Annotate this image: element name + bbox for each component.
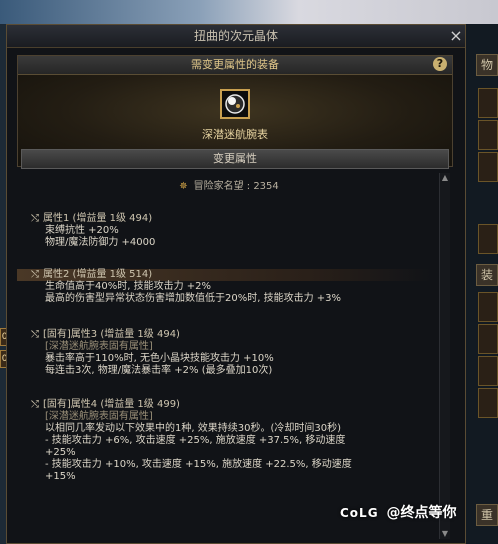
- change-attribute-bar: 变更属性: [21, 149, 449, 169]
- dimension-crystal-window: 扭曲的次元晶体 × 需变更属性的装备 ? 深潜迷航腕表 变更属性 ✵ 冒险家名望 …: [6, 24, 466, 544]
- side-slot[interactable]: [478, 152, 498, 182]
- watermark-text: @终点等你: [386, 505, 457, 521]
- attribute-option-3[interactable]: ⤭ [固有]属性3 (增益量 1级 494) [深潜迷航腕表固有属性] 暴击率高于…: [31, 329, 431, 377]
- scroll-up-icon[interactable]: ▲: [440, 173, 450, 183]
- close-icon[interactable]: ×: [447, 26, 465, 46]
- attribute-line: +25%: [45, 447, 76, 458]
- background-scene: [0, 0, 498, 24]
- attribute-option-1[interactable]: ⤭ 属性1 (增益量 1级 494) 束缚抗性 +20% 物理/魔法防御力 +40…: [31, 213, 431, 249]
- attribute-header: [固有]属性3 (增益量 1级 494): [43, 329, 180, 340]
- attribute-line: 最高的伤害型异常状态伤害增加数值低于20%时, 技能攻击力 +3%: [45, 293, 342, 304]
- attribute-line: 物理/魔法防御力 +4000: [45, 237, 156, 248]
- shuffle-icon: ⤭: [31, 399, 39, 410]
- side-slot[interactable]: [478, 356, 498, 386]
- shuffle-icon: ⤭: [31, 329, 39, 340]
- window-title: 扭曲的次元晶体: [193, 29, 278, 43]
- shuffle-icon: ⤭: [31, 213, 39, 224]
- attribute-tag: [深潜迷航腕表固有属性]: [45, 341, 153, 352]
- title-bar[interactable]: 扭曲的次元晶体 ×: [7, 25, 465, 48]
- side-slot[interactable]: [478, 388, 498, 418]
- side-tab-2[interactable]: 装: [476, 264, 498, 286]
- attribute-line: 每连击3次, 物理/魔法暴击率 +2% (最多叠加10次): [45, 365, 273, 376]
- watermark: CoLG @终点等你: [340, 502, 457, 522]
- equipment-header: 需变更属性的装备 ?: [18, 56, 452, 75]
- attribute-tag: [深潜迷航腕表固有属性]: [45, 411, 153, 422]
- attribute-line: +15%: [45, 471, 76, 482]
- attribute-line: 以相同几率发动以下效果中的1种, 效果持续30秒。(冷却时间30秒): [45, 423, 341, 434]
- attribute-header: 属性1 (增益量 1级 494): [43, 213, 153, 224]
- equipment-header-label: 需变更属性的装备: [191, 58, 279, 71]
- attribute-line: 生命值高于40%时, 技能攻击力 +2%: [45, 281, 212, 292]
- scrollbar[interactable]: ▲ ▼: [439, 173, 450, 539]
- wristwatch-item-icon[interactable]: [220, 89, 250, 119]
- change-attribute-label: 变更属性: [213, 152, 257, 165]
- attribute-option-2[interactable]: ⤭ 属性2 (增益量 1级 514) 生命值高于40%时, 技能攻击力 +2% 最…: [17, 269, 431, 305]
- side-slot[interactable]: [478, 292, 498, 322]
- side-slot[interactable]: [478, 120, 498, 150]
- item-name: 深潜迷航腕表: [202, 128, 268, 141]
- attribute-header: [固有]属性4 (增益量 1级 499): [43, 399, 180, 410]
- shuffle-icon: ⤭: [31, 269, 39, 280]
- attribute-option-4[interactable]: ⤭ [固有]属性4 (增益量 1级 499) [深潜迷航腕表固有属性] 以相同几率…: [31, 399, 431, 483]
- side-panel: 物 装 重: [466, 24, 498, 544]
- fame-icon: ✵: [179, 181, 188, 192]
- selected-row-highlight: ⤭ 属性2 (增益量 1级 514): [17, 269, 431, 281]
- attribute-line: 暴击率高于110%时, 无色小晶块技能攻击力 +10%: [45, 353, 274, 364]
- attribute-header: 属性2 (增益量 1级 514): [43, 269, 153, 280]
- side-slot[interactable]: [478, 224, 498, 254]
- side-slot[interactable]: [478, 88, 498, 118]
- attribute-line: - 技能攻击力 +6%, 攻击速度 +25%, 施放速度 +37.5%, 移动速…: [45, 435, 346, 446]
- attribute-line: - 技能攻击力 +10%, 攻击速度 +15%, 施放速度 +22.5%, 移动…: [45, 459, 352, 470]
- attribute-list: ✵ 冒险家名望 : 2354 ⤭ 属性1 (增益量 1级 494) 束缚抗性 +20…: [17, 173, 437, 541]
- attribute-line: 束缚抗性 +20%: [45, 225, 119, 236]
- help-icon[interactable]: ?: [433, 57, 447, 71]
- adventurer-fame: ✵ 冒险家名望 : 2354: [21, 177, 437, 192]
- colg-logo: CoLG: [340, 506, 379, 520]
- fame-label: 冒险家名望 : 2354: [193, 181, 279, 192]
- side-tab-3[interactable]: 重: [476, 504, 498, 526]
- scroll-down-icon[interactable]: ▼: [440, 529, 450, 539]
- side-tab-1[interactable]: 物: [476, 54, 498, 76]
- side-slot[interactable]: [478, 324, 498, 354]
